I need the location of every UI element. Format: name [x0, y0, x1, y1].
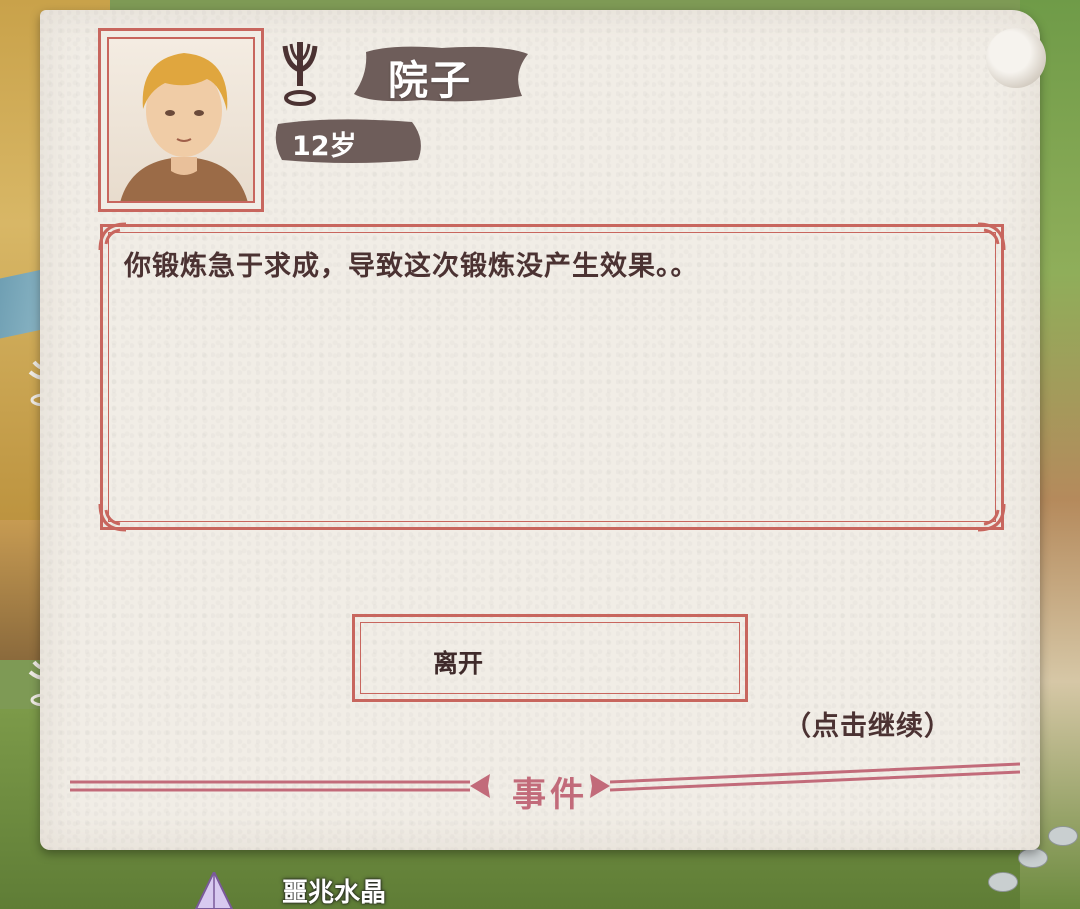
ornament-corner-icon — [98, 503, 127, 532]
ornament-corner-icon — [977, 222, 1006, 251]
leave-button[interactable] — [352, 614, 748, 702]
event-footer-title: 事件 — [512, 775, 588, 815]
rock — [1018, 848, 1048, 868]
leave-button-label[interactable]: 离开 — [433, 644, 483, 680]
location-name: 院子 — [388, 58, 472, 104]
continue-hint[interactable]: （点击继续） — [784, 704, 952, 743]
character-age: 12岁 — [292, 131, 357, 162]
location-emblem-icon — [282, 42, 318, 106]
rock — [988, 872, 1018, 892]
ornament-corner-icon — [977, 503, 1006, 532]
scroll-curl — [986, 28, 1046, 88]
event-message: 你锻炼急于求成，导致这次锻炼没产生效果。。 — [124, 251, 699, 282]
character-portrait — [98, 28, 264, 212]
crystal-icon[interactable] — [192, 872, 236, 909]
rock — [1048, 826, 1078, 846]
blond-young-man-portrait — [120, 53, 248, 201]
map-item-label[interactable]: 噩兆水晶 — [282, 872, 386, 909]
